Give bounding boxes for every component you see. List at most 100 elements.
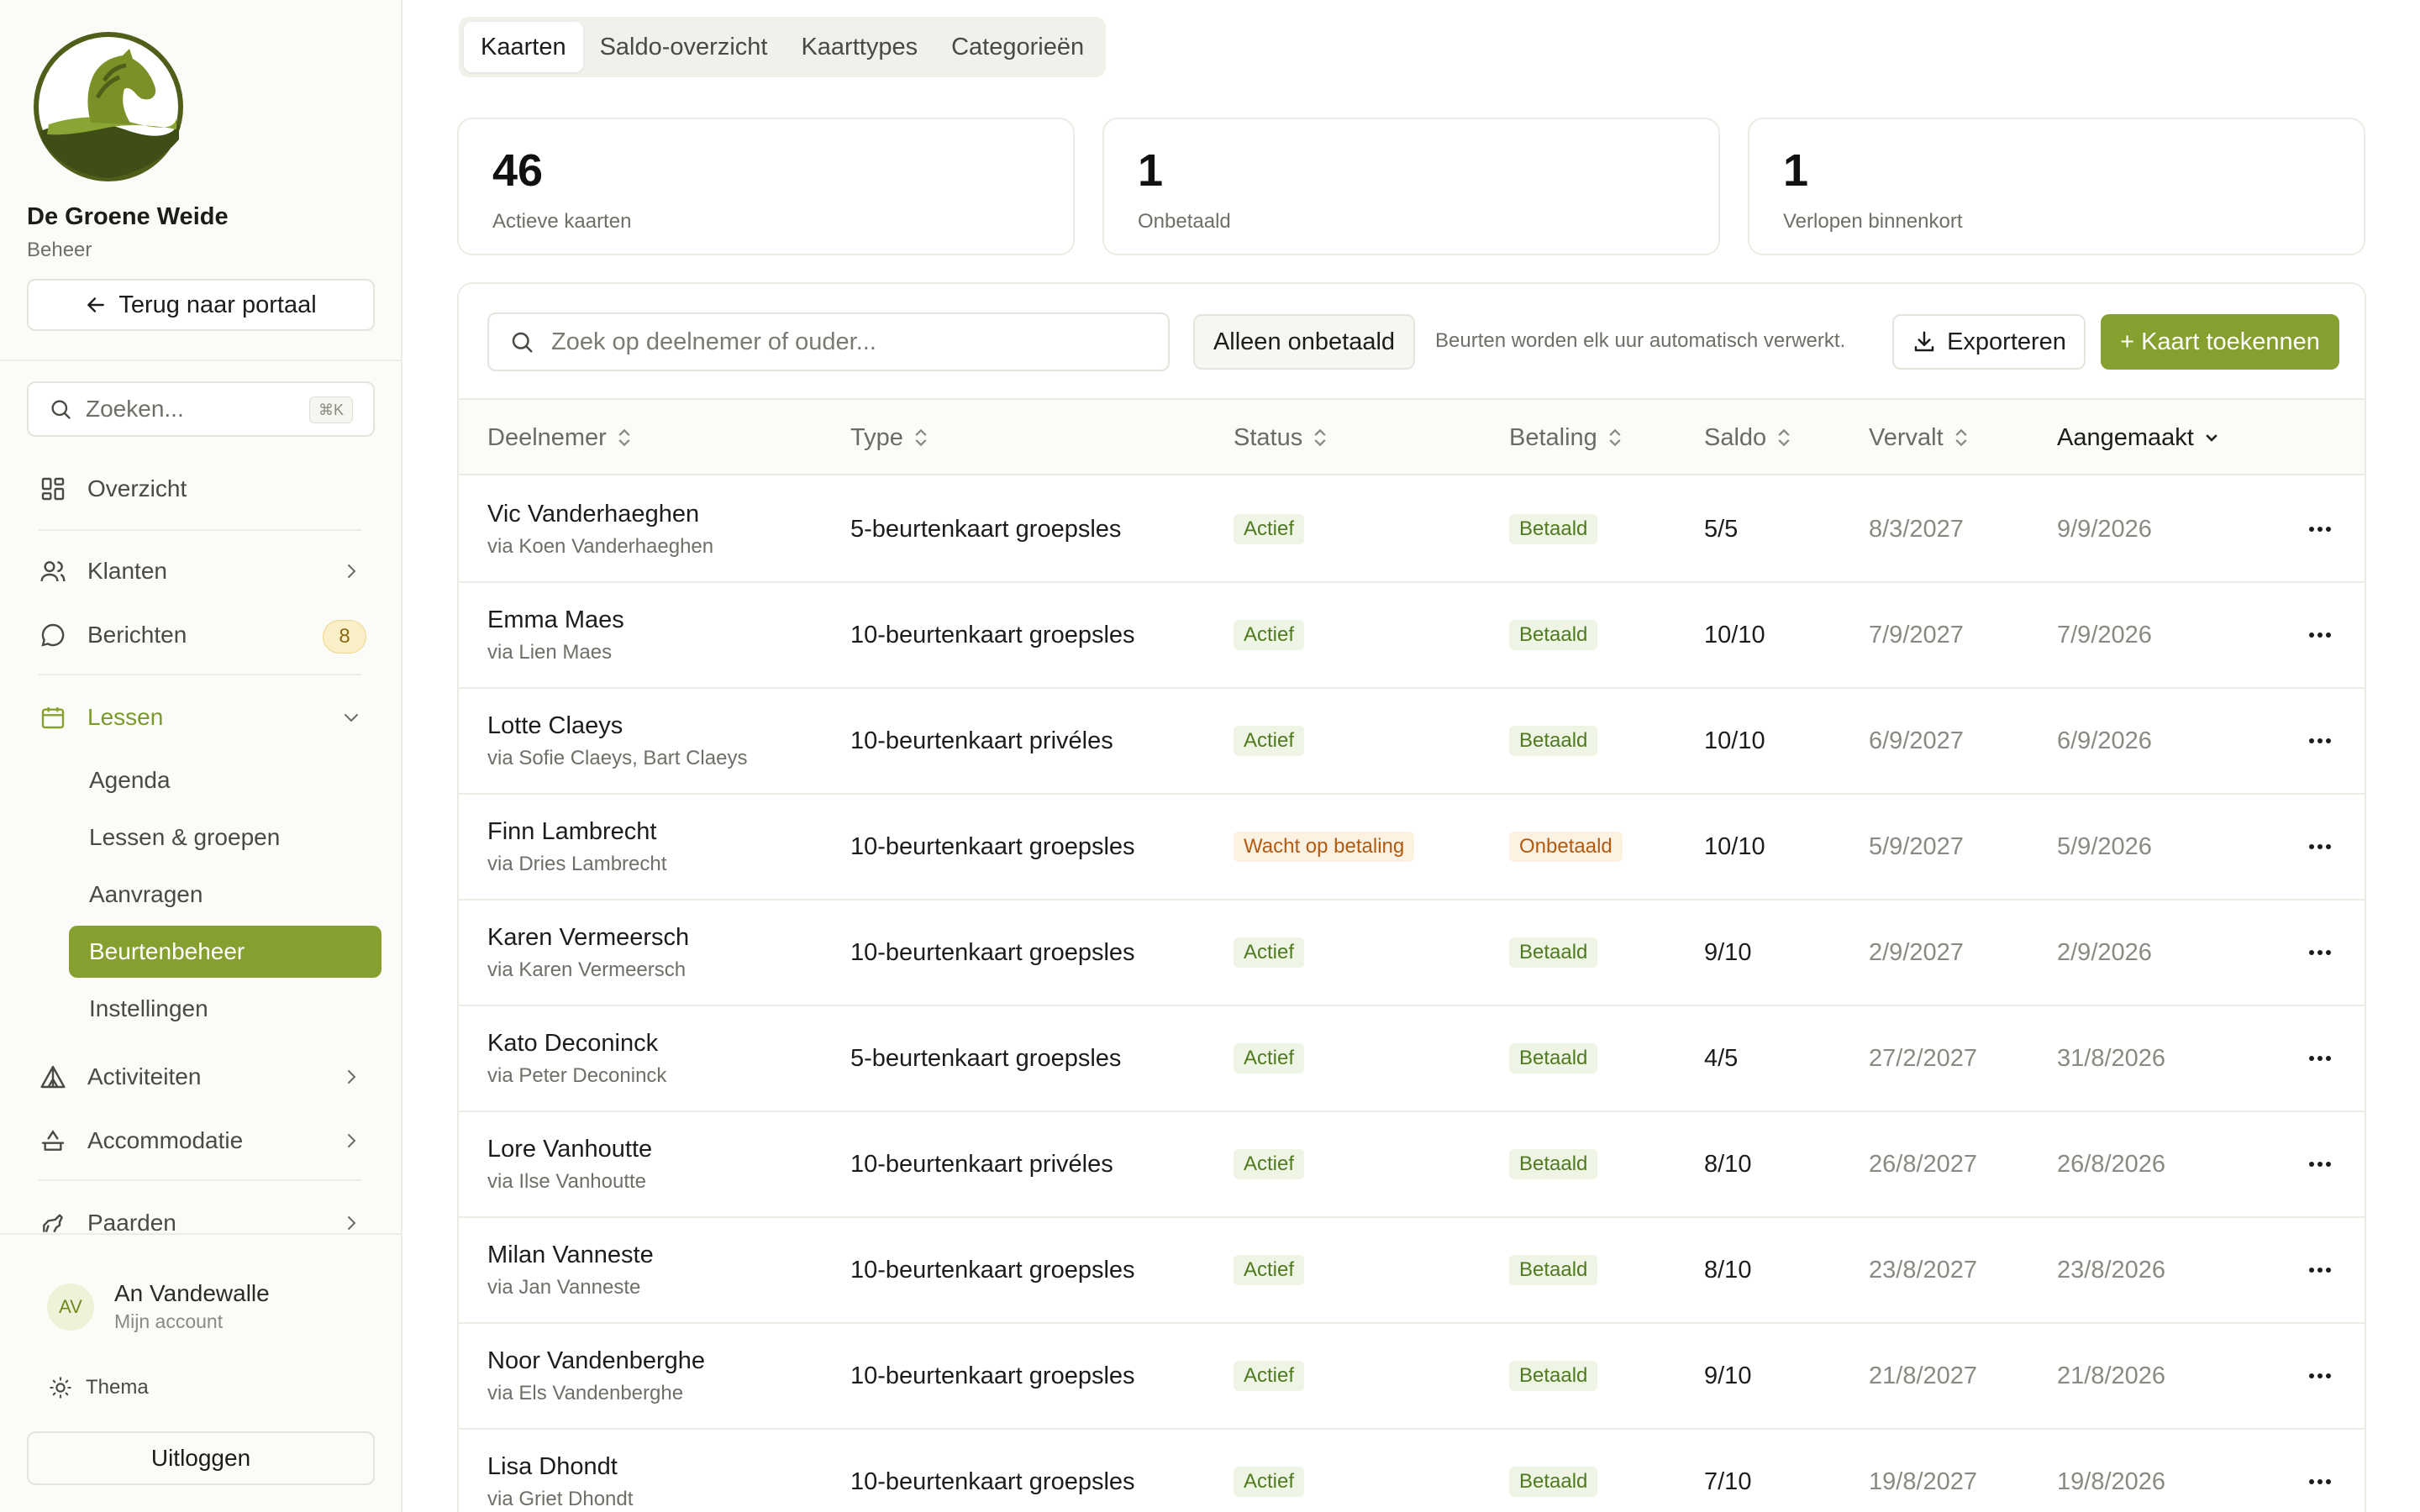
table-row[interactable]: Milan Vanneste via Jan Vanneste 10-beurten…: [459, 1218, 2365, 1324]
more-options-icon[interactable]: [2307, 1368, 2333, 1384]
tab-bar: Kaarten Saldo-overzicht Kaarttypes Categ…: [459, 17, 1107, 77]
sidebar-subitem-settings[interactable]: Instellingen: [69, 983, 381, 1035]
participant-cell: Milan Vanneste via Jan Vanneste: [487, 1218, 654, 1322]
nav-separator: [39, 674, 361, 675]
participant-parent: via Griet Dhondt: [487, 1487, 634, 1510]
table-row[interactable]: Lotte Claeys via Sofie Claeys, Bart Claey…: [459, 689, 2365, 795]
sidebar-item-horses[interactable]: Paarden: [39, 1200, 366, 1247]
sidebar-subitem-agenda[interactable]: Agenda: [69, 754, 381, 806]
created-cell: 9/9/2026: [2057, 515, 2152, 543]
column-header-status[interactable]: Status: [1234, 400, 1328, 475]
table-row[interactable]: Lisa Dhondt via Griet Dhondt 10-beurtenkaa…: [459, 1430, 2365, 1512]
participant-parent: via Ilse Vanhoutte: [487, 1169, 647, 1193]
more-options-icon[interactable]: [2307, 838, 2333, 855]
type-cell: 10-beurtenkaart groepsles: [850, 1362, 1135, 1389]
account-menu[interactable]: AV An Vandewalle Mijn account: [47, 1280, 270, 1333]
org-role: Beheer: [27, 239, 92, 261]
status-cell: Wacht op betaling: [1234, 795, 1415, 899]
balance-cell: 7/10: [1704, 1467, 1752, 1495]
column-header-balance[interactable]: Saldo: [1704, 400, 1791, 475]
balance-cell: 9/10: [1704, 1362, 1752, 1389]
sidebar-item-label: Klanten: [87, 558, 167, 584]
tab-categories[interactable]: Categorieën: [934, 22, 1101, 72]
participant-cell: Finn Lambrecht via Dries Lambrecht: [487, 795, 666, 899]
sidebar-subitem-requests[interactable]: Aanvragen: [69, 869, 381, 921]
nav-separator: [39, 1179, 361, 1181]
table-row[interactable]: Lore Vanhoutte via Ilse Vanhoutte 10-beurt…: [459, 1112, 2365, 1218]
sidebar-divider: [0, 360, 402, 361]
theme-toggle[interactable]: Thema: [49, 1376, 149, 1399]
table-row[interactable]: Karen Vermeersch via Karen Vermeersch 10-b…: [459, 900, 2365, 1006]
column-header-created[interactable]: Aangemaakt: [2057, 400, 2219, 475]
participant-search-input[interactable]: Zoek op deelnemer of ouder...: [487, 312, 1170, 371]
calendar-icon: [39, 703, 67, 732]
payment-badge: Onbetaald: [1509, 832, 1623, 862]
more-options-icon[interactable]: [2307, 1156, 2333, 1173]
balance-cell: 8/10: [1704, 1150, 1752, 1178]
stat-label: Verlopen binnenkort: [1783, 210, 1963, 233]
shortcut-hint: ⌘K: [308, 396, 353, 423]
sidebar-subitem-credit-management[interactable]: Beurtenbeheer: [69, 926, 381, 978]
more-options-icon[interactable]: [2307, 521, 2333, 538]
column-header-payment[interactable]: Betaling: [1509, 400, 1623, 475]
table-row[interactable]: Kato Deconinck via Peter Deconinck 5-beurt…: [459, 1006, 2365, 1112]
table-row[interactable]: Finn Lambrecht via Dries Lambrecht 10-beur…: [459, 795, 2365, 900]
sidebar-item-messages[interactable]: Berichten 8: [39, 612, 366, 659]
column-header-type[interactable]: Type: [850, 400, 929, 475]
table-row[interactable]: Vic Vanderhaeghen via Koen Vanderhaeghen 5…: [459, 477, 2365, 583]
sidebar-item-clients[interactable]: Klanten: [39, 548, 366, 595]
column-header-participant[interactable]: Deelnemer: [487, 400, 632, 475]
unpaid-only-filter-button[interactable]: Alleen onbetaald: [1193, 314, 1415, 370]
sun-icon: [50, 1377, 71, 1399]
expires-cell: 26/8/2027: [1869, 1150, 1978, 1178]
more-options-icon[interactable]: [2307, 944, 2333, 961]
sort-icon: [915, 428, 927, 447]
payment-cell: Betaald: [1509, 583, 1598, 687]
expires-cell: 21/8/2027: [1869, 1362, 1978, 1389]
table-header: Deelnemer Type Status Betaling Saldo Ver…: [459, 400, 2365, 475]
more-options-icon[interactable]: [2307, 1050, 2333, 1067]
org-name: De Groene Weide: [27, 203, 229, 230]
tab-cards[interactable]: Kaarten: [464, 22, 583, 72]
more-options-icon[interactable]: [2307, 627, 2333, 643]
stat-label: Onbetaald: [1138, 210, 1231, 233]
sidebar-item-lessons[interactable]: Lessen: [39, 694, 366, 741]
sidebar-subitem-lessons-groups[interactable]: Lessen & groepen: [69, 811, 381, 864]
expires-cell: 5/9/2027: [1869, 832, 1964, 860]
payment-cell: Onbetaald: [1509, 795, 1623, 899]
participant-parent: via Koen Vanderhaeghen: [487, 534, 714, 558]
table-row[interactable]: Emma Maes via Lien Maes 10-beurtenkaart gr…: [459, 583, 2365, 689]
tab-card-types[interactable]: Kaarttypes: [784, 22, 934, 72]
app-root: De Groene Weide Beheer Terug naar portaa…: [0, 0, 2420, 1512]
participant-cell: Karen Vermeersch via Karen Vermeersch: [487, 900, 689, 1005]
assign-card-button[interactable]: + Kaart toekennen: [2101, 314, 2339, 370]
payment-badge: Betaald: [1509, 1467, 1598, 1497]
status-cell: Actief: [1234, 689, 1305, 793]
balance-cell: 4/5: [1704, 1044, 1739, 1072]
stable-icon: [39, 1126, 67, 1155]
sidebar-item-activities[interactable]: Activiteiten: [39, 1053, 366, 1100]
column-header-expires[interactable]: Vervalt: [1869, 400, 1969, 475]
sidebar: De Groene Weide Beheer Terug naar portaa…: [0, 0, 402, 1512]
auto-processing-note: Beurten worden elk uur automatisch verwe…: [1435, 329, 1846, 352]
participant-cell: Lotte Claeys via Sofie Claeys, Bart Claey…: [487, 689, 747, 793]
sort-icon: [618, 428, 630, 447]
export-button[interactable]: Exporteren: [1892, 314, 2086, 370]
sidebar-item-label: Overzicht: [87, 475, 187, 501]
sidebar-item-overview[interactable]: Overzicht: [39, 465, 366, 512]
sidebar-search[interactable]: Zoeken... ⌘K: [27, 381, 375, 437]
tab-balance-overview[interactable]: Saldo-overzicht: [583, 22, 785, 72]
sort-icon: [1955, 428, 1967, 447]
logout-button[interactable]: Uitloggen: [27, 1431, 375, 1485]
more-options-icon[interactable]: [2307, 732, 2333, 749]
sidebar-item-accommodation[interactable]: Accommodatie: [39, 1117, 366, 1164]
more-options-icon[interactable]: [2307, 1262, 2333, 1278]
table-row[interactable]: Noor Vandenberghe via Els Vandenberghe 10-…: [459, 1324, 2365, 1430]
payment-badge: Betaald: [1509, 1255, 1598, 1285]
balance-cell: 8/10: [1704, 1256, 1752, 1284]
sort-icon: [1314, 428, 1326, 447]
more-options-icon[interactable]: [2307, 1473, 2333, 1490]
type-cell: 10-beurtenkaart groepsles: [850, 832, 1135, 860]
back-to-portal-button[interactable]: Terug naar portaal: [27, 279, 375, 331]
participant-parent: via Peter Deconinck: [487, 1063, 667, 1087]
